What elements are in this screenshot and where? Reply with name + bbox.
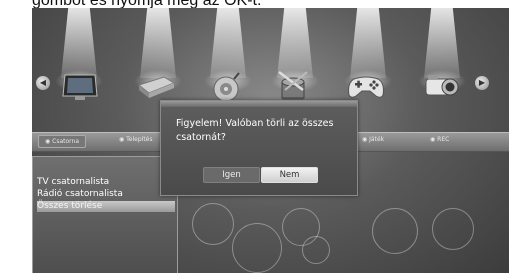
dialog-title-bar	[161, 101, 357, 107]
yes-button[interactable]: Igen	[203, 167, 260, 183]
channel-submenu: TV csatornalista Rádió csatornalista Öss…	[32, 156, 178, 273]
scroll-right-arrow[interactable]: ▶	[475, 76, 489, 90]
tv-menu-screen: ◀ ▶ ◉ Csatorna ◉ Telepítés ◉ Játék ◉ REC…	[32, 8, 509, 273]
submenu-item-tv-list[interactable]: TV csatornalista	[37, 177, 175, 188]
dialog-message: Figyelem! Valóban törli az összes csator…	[176, 118, 334, 143]
tab-label: REC	[437, 136, 450, 143]
confirm-delete-dialog: Figyelem! Valóban törli az összes csator…	[160, 100, 358, 196]
tv-icon[interactable]	[60, 68, 100, 106]
tab-label: Játék	[369, 136, 385, 143]
camcorder-icon[interactable]	[420, 68, 460, 106]
tab-jatek[interactable]: ◉ Játék	[362, 136, 384, 143]
document-caption: gombot és nyomja meg az OK-t.	[32, 0, 472, 8]
submenu-item-delete-all[interactable]: Összes törlése	[37, 201, 175, 212]
tab-label: Csatorna	[52, 138, 80, 145]
scroll-left-arrow[interactable]: ◀	[36, 76, 50, 90]
tab-telepites[interactable]: ◉ Telepítés	[119, 136, 153, 143]
tab-label: Telepítés	[126, 136, 153, 143]
submenu-item-radio-list[interactable]: Rádió csatornalista	[37, 189, 175, 200]
tab-csatorna[interactable]: ◉ Csatorna	[38, 135, 87, 148]
tab-rec[interactable]: ◉ REC	[430, 136, 449, 143]
no-button[interactable]: Nem	[261, 167, 318, 183]
